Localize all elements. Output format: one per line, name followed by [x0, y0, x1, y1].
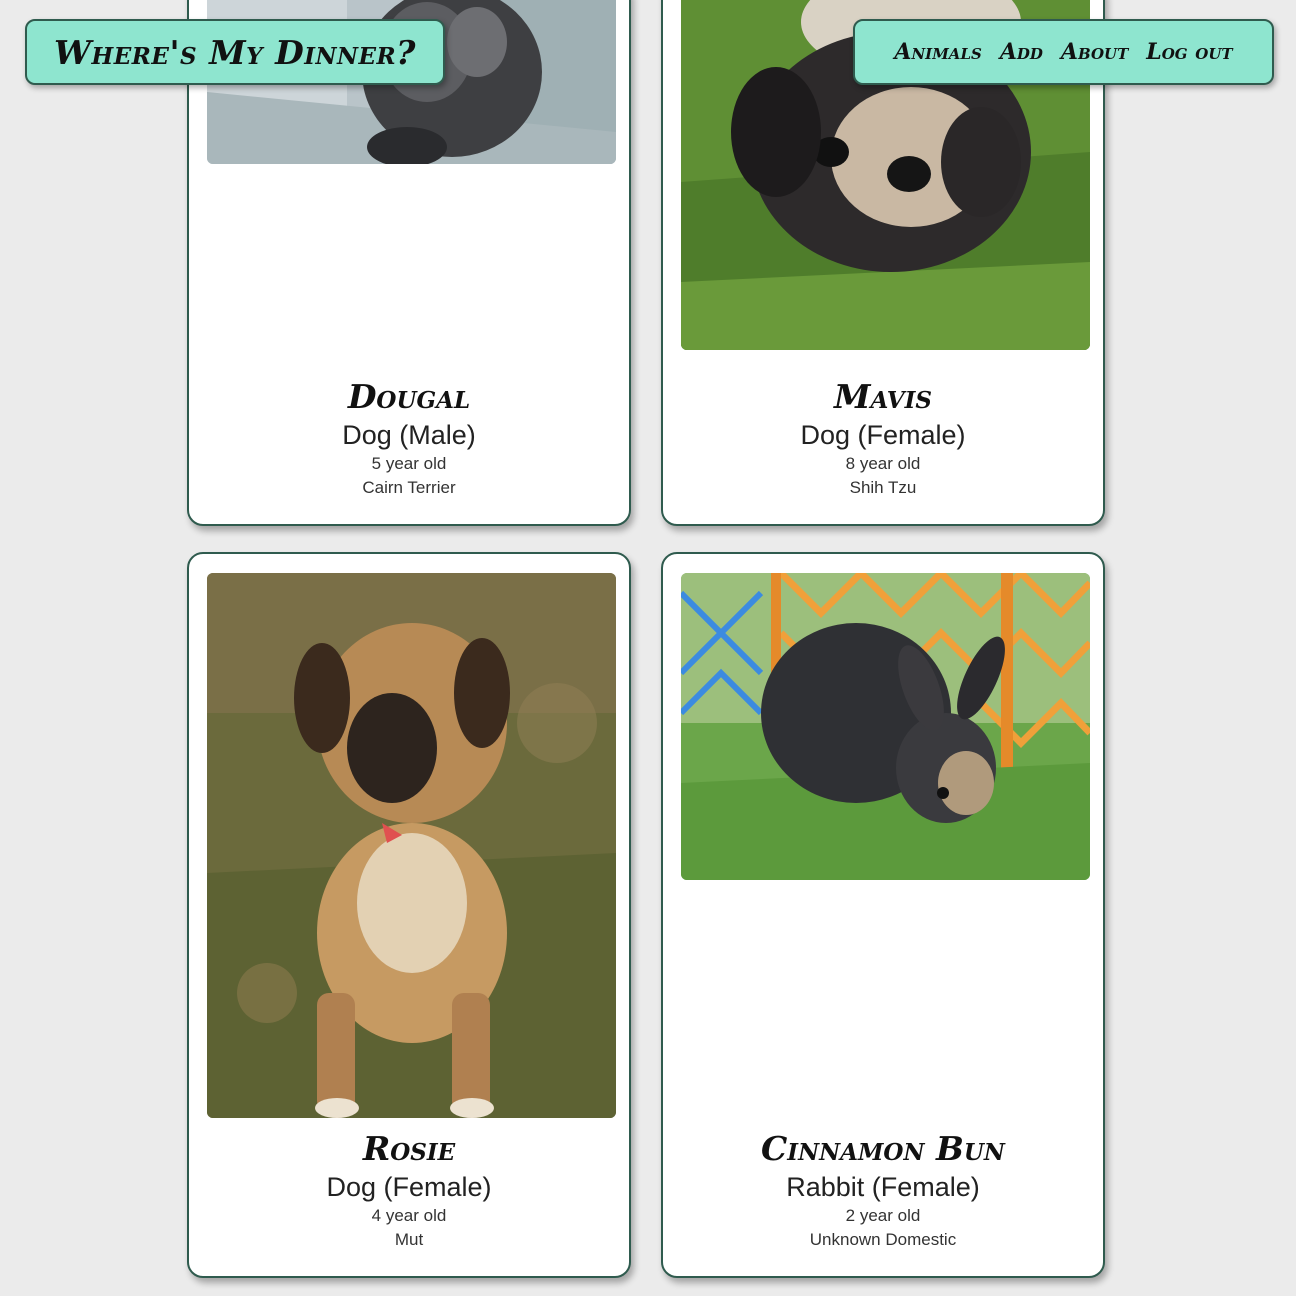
animal-type: Rabbit (Female) — [786, 1172, 980, 1202]
nav-add-link[interactable]: Add — [1000, 39, 1043, 65]
animal-type: Dog (Female) — [800, 420, 966, 450]
site-brand-banner[interactable]: Where's My Dinner? — [25, 19, 445, 85]
nav-animals-link[interactable]: Animals — [894, 39, 981, 65]
site-title[interactable]: Where's My Dinner? — [54, 33, 416, 72]
animal-info-rosie: Rosie Dog (Female) 4 year old Mut — [189, 1130, 629, 1252]
animal-age: 5 year old — [371, 454, 447, 473]
animal-age: 4 year old — [371, 1206, 447, 1225]
animal-name: Cinnamon Bun — [761, 1129, 1005, 1168]
animal-photo-cinnamon-bun — [681, 573, 1090, 880]
animal-info-cinnamon-bun: Cinnamon Bun Rabbit (Female) 2 year old … — [663, 1130, 1103, 1252]
animal-age: 2 year old — [845, 1206, 921, 1225]
animal-photo-rosie — [207, 573, 616, 1118]
animal-breed: Shih Tzu — [849, 478, 917, 497]
nav-logout-link[interactable]: Log out — [1146, 39, 1232, 65]
animal-name: Rosie — [362, 1129, 456, 1168]
animal-breed: Mut — [394, 1230, 424, 1249]
animal-card-cinnamon-bun[interactable]: Cinnamon Bun Rabbit (Female) 2 year old … — [661, 552, 1105, 1278]
animal-name: Mavis — [834, 377, 932, 416]
animal-breed: Cairn Terrier — [362, 478, 456, 497]
animal-info-dougal: Dougal Dog (Male) 5 year old Cairn Terri… — [189, 378, 629, 500]
animal-age: 8 year old — [845, 454, 921, 473]
animal-type: Dog (Female) — [326, 1172, 492, 1202]
main-nav: Animals Add About Log out — [853, 19, 1274, 85]
animal-name: Dougal — [347, 377, 471, 416]
nav-about-link[interactable]: About — [1061, 39, 1128, 65]
animal-card-rosie[interactable]: Rosie Dog (Female) 4 year old Mut — [187, 552, 631, 1278]
animal-info-mavis: Mavis Dog (Female) 8 year old Shih Tzu — [663, 378, 1103, 500]
animal-type: Dog (Male) — [342, 420, 476, 450]
animal-breed: Unknown Domestic — [809, 1230, 957, 1249]
